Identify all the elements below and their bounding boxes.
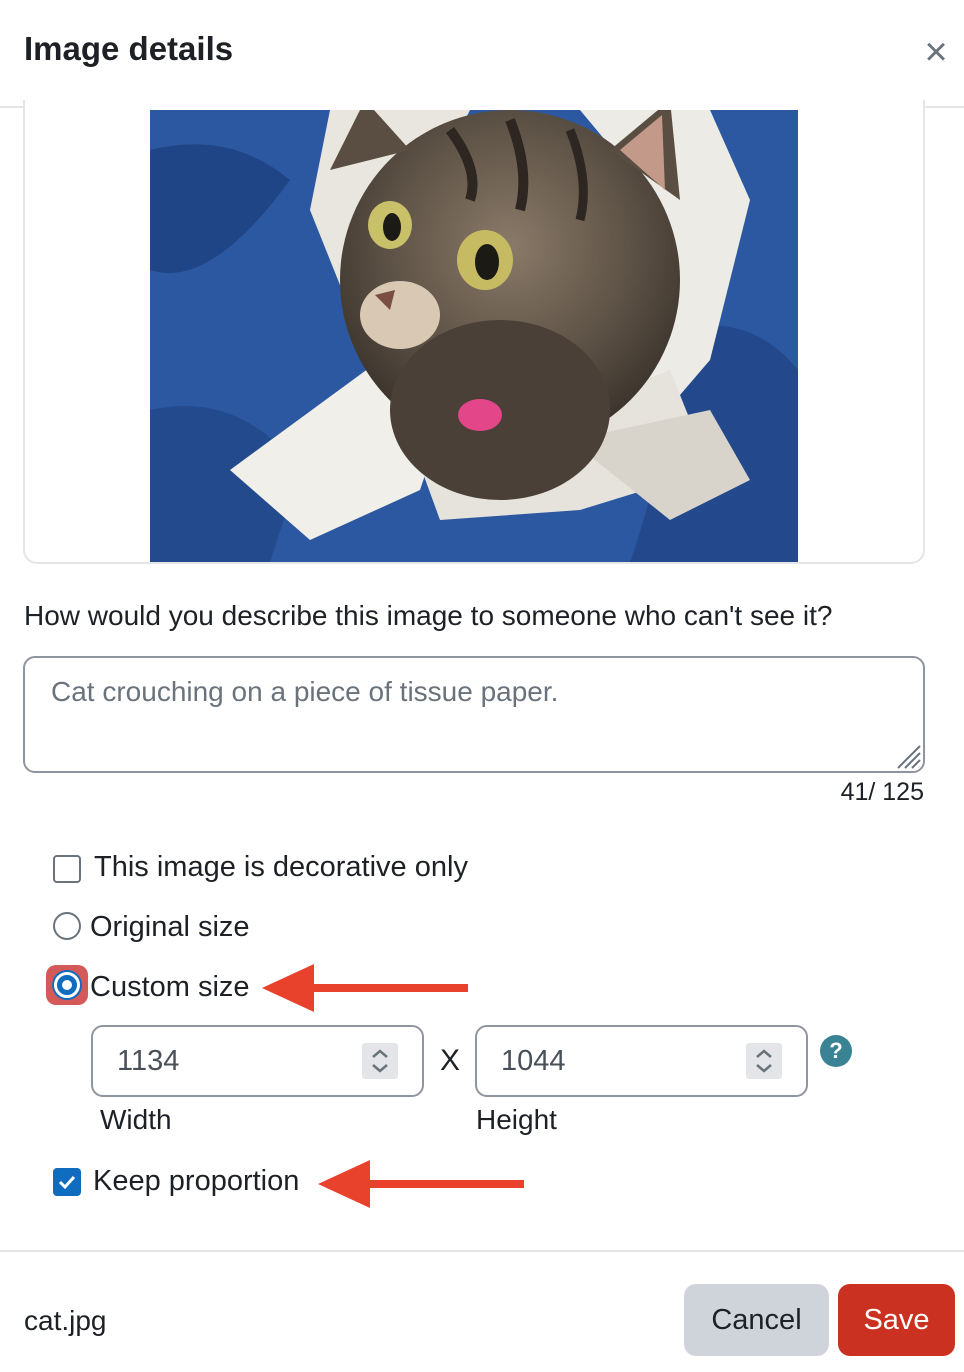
custom-size-radio[interactable] (54, 972, 80, 998)
help-icon[interactable]: ? (820, 1035, 852, 1067)
width-value: 1134 (117, 1045, 180, 1077)
height-input[interactable]: 1044 (475, 1025, 808, 1097)
checkmark-icon (58, 1175, 76, 1190)
keep-proportion-checkbox[interactable] (53, 1168, 81, 1196)
dialog-title: Image details (24, 30, 234, 67)
annotation-arrow-icon (262, 964, 468, 1012)
annotation-arrow-icon (318, 1160, 524, 1208)
dialog-header: Image details × (0, 0, 964, 108)
width-label: Width (100, 1104, 172, 1135)
custom-size-label: Custom size (90, 971, 250, 1003)
height-value: 1044 (501, 1045, 566, 1077)
width-spinner-icon[interactable] (362, 1043, 398, 1079)
original-size-radio[interactable] (53, 912, 81, 940)
dimension-separator: X (440, 1044, 461, 1077)
cancel-button[interactable]: Cancel (684, 1284, 829, 1356)
character-counter: 41/ 125 (840, 778, 924, 806)
height-label: Height (476, 1104, 557, 1135)
alt-text-field[interactable]: Cat crouching on a piece of tissue paper… (23, 656, 925, 773)
save-button[interactable]: Save (838, 1284, 955, 1356)
decorative-checkbox[interactable] (53, 855, 81, 883)
cat-image (150, 110, 798, 562)
keep-proportion-label: Keep proportion (93, 1165, 300, 1197)
original-size-label: Original size (90, 911, 250, 943)
close-icon[interactable]: × (918, 30, 954, 74)
alt-text-question: How would you describe this image to som… (24, 600, 833, 631)
width-input[interactable]: 1134 (91, 1025, 424, 1097)
decorative-label: This image is decorative only (94, 851, 468, 883)
resize-grip-icon[interactable] (894, 742, 922, 770)
file-name: cat.jpg (24, 1305, 107, 1336)
height-spinner-icon[interactable] (746, 1043, 782, 1079)
